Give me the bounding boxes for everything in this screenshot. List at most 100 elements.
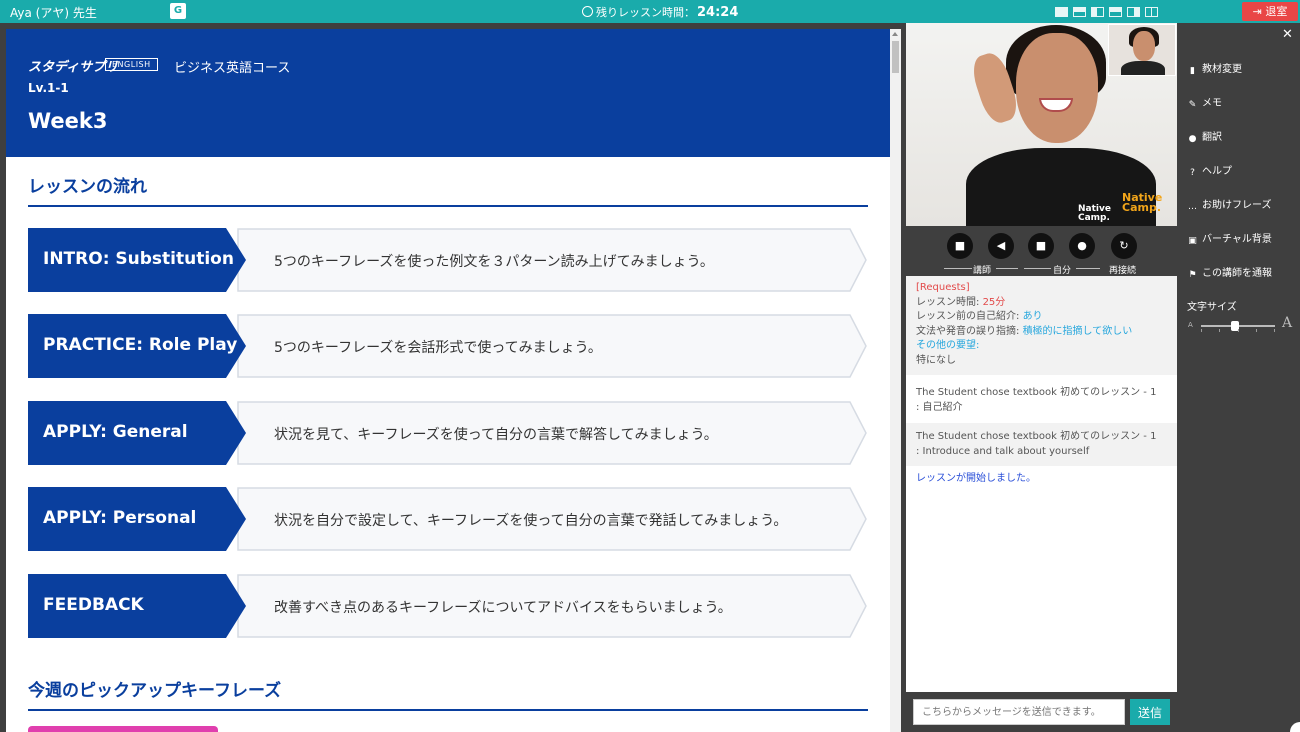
timer-label: 残りレッスン時間：	[596, 6, 695, 19]
font-size-slider[interactable]	[1201, 321, 1275, 331]
translate-icon[interactable]: G	[170, 3, 186, 19]
textbook-panel: スタディサプリ ENGLISH ビジネス英語コース Lv.1-1 Week3 レ…	[6, 29, 901, 732]
edit-icon: ✎	[1188, 100, 1197, 110]
scrollbar-thumb[interactable]	[892, 41, 899, 73]
self-controls-label: 自分	[1053, 266, 1072, 276]
other-requests-value: 特になし	[916, 354, 956, 366]
top-bar: Aya (アヤ) 先生 G 残りレッスン時間： 24:24 ⇥ 退室	[0, 0, 1300, 23]
sidebar-item-help[interactable]: ? ヘルプ	[1187, 162, 1232, 179]
teacher-face	[1016, 33, 1098, 143]
native-camp-logo: Native Camp.	[1122, 191, 1163, 214]
teacher-camera-icon[interactable]: ■	[947, 233, 973, 259]
self-face	[1133, 31, 1155, 61]
teacher-volume-icon[interactable]: ◀	[988, 233, 1014, 259]
layout-full-icon[interactable]	[1055, 7, 1068, 17]
self-body	[1121, 61, 1165, 75]
font-small-icon: A	[1188, 321, 1193, 329]
globe-icon: ●	[1188, 134, 1197, 144]
sidebar-item-virtual-background[interactable]: ▣ バーチャル背景	[1187, 230, 1272, 247]
font-size-label: 文字サイズ	[1187, 302, 1237, 313]
layout-left-icon[interactable]	[1091, 7, 1104, 17]
scroll-up-icon[interactable]	[892, 32, 898, 36]
reconnect-label: 再接続	[1109, 266, 1137, 276]
question-icon: ?	[1190, 168, 1195, 178]
reconnect-icon[interactable]: ↻	[1111, 233, 1137, 259]
step-label: APPLY: Personal	[43, 508, 197, 528]
close-icon[interactable]: ✕	[1282, 27, 1293, 42]
lesson-step: APPLY: General 状況を見て、キーフレーズを使って自分の言葉で解答して…	[28, 401, 868, 465]
chat-message: The Student chose textbook 初めてのレッスン - 1:…	[916, 387, 1157, 413]
sidebar-item-memo[interactable]: ✎ メモ	[1187, 94, 1222, 111]
chat-panel: [Requests] レッスン時間: 25分 レッスン前の自己紹介: あり 文法…	[906, 276, 1177, 692]
image-icon: ▣	[1188, 236, 1197, 246]
lesson-step: PRACTICE: Role Play 5つのキーフレーズを会話形式で使ってみまし…	[28, 314, 868, 378]
pickup-phrases-title: 今週のピックアップキーフレーズ	[28, 681, 282, 701]
intro-row: レッスン前の自己紹介: あり	[916, 311, 1043, 322]
step-label: PRACTICE: Role Play	[43, 335, 238, 355]
teacher-controls-label: 講師	[973, 266, 992, 276]
step-label: FEEDBACK	[43, 595, 144, 615]
lesson-step: INTRO: Substitution 5つのキーフレーズを使った例文を３パターン…	[28, 228, 868, 292]
divider-line	[996, 268, 1018, 269]
step-description: 状況を見て、キーフレーズを使って自分の言葉で解答してみましょう。	[274, 427, 718, 443]
layout-columns-icon[interactable]	[1145, 7, 1158, 17]
lesson-timer: 残りレッスン時間： 24:24	[582, 4, 738, 20]
teacher-name: Aya (アヤ) 先生	[10, 6, 97, 20]
chat-message-input[interactable]	[913, 699, 1125, 725]
lesson-step: APPLY: Personal 状況を自分で設定して、キーフレーズを使って自分の言…	[28, 487, 868, 551]
course-name: ビジネス英語コース	[174, 61, 291, 76]
level-label: Lv.1-1	[28, 81, 69, 95]
system-message: レッスンが開始しました。	[916, 473, 1036, 484]
video-controls: ■ ◀ ■ ● ↻ 講師 自分 再接続	[906, 226, 1177, 276]
lesson-frame: スタディサプリ ENGLISH ビジネス英語コース Lv.1-1 Week3 レ…	[0, 23, 1300, 732]
self-camera-icon[interactable]: ■	[1028, 233, 1054, 259]
font-size-ticks	[1201, 329, 1275, 333]
chat-bubble-icon: …	[1188, 202, 1197, 212]
lesson-time-row: レッスン時間: 25分	[916, 296, 1006, 308]
shirt-logo: Native Camp.	[1078, 204, 1111, 223]
chat-input-bar: 送信	[906, 692, 1177, 732]
right-sidebar: ✕ ▮ 教材変更 ✎ メモ ● 翻訳 ? ヘルプ … お助けフレーズ ▣ バーチャル背景 ⚑…	[1177, 23, 1300, 732]
sidebar-item-translate[interactable]: ● 翻訳	[1187, 128, 1222, 145]
timer-value: 24:24	[697, 5, 739, 20]
exit-label: 退室	[1265, 5, 1288, 18]
step-label: APPLY: General	[43, 422, 188, 442]
sidebar-item-report-teacher[interactable]: ⚑ この講師を通報	[1187, 264, 1272, 281]
step-description: 状況を自分で設定して、キーフレーズを使って自分の言葉で発話してみましょう。	[274, 513, 788, 529]
correction-row: 文法や発音の誤り指摘: 積極的に指摘して欲しい	[916, 325, 1133, 337]
english-badge: ENGLISH	[105, 58, 158, 71]
week-title: Week3	[28, 109, 108, 133]
section-divider	[28, 709, 868, 711]
step-description: 改善すべき点のあるキーフレーズについてアドバイスをもらいましょう。	[274, 600, 732, 616]
student-requests: [Requests] レッスン時間: 25分 レッスン前の自己紹介: あり 文法…	[906, 276, 1177, 375]
exit-button[interactable]: ⇥ 退室	[1242, 2, 1298, 21]
lesson-flow-title: レッスンの流れ	[28, 177, 147, 197]
flag-icon: ⚑	[1188, 270, 1197, 280]
requests-header: [Requests]	[916, 282, 970, 293]
layout-split-icon[interactable]	[1109, 7, 1122, 17]
chat-message: The Student chose textbook 初めてのレッスン - 1:…	[906, 423, 1177, 466]
sidebar-item-helper-phrases[interactable]: … お助けフレーズ	[1187, 196, 1272, 213]
step-label: INTRO: Substitution	[43, 249, 234, 269]
layout-right-icon[interactable]	[1127, 7, 1140, 17]
divider-line	[1076, 268, 1100, 269]
self-mic-icon[interactable]: ●	[1069, 233, 1095, 259]
layout-top-icon[interactable]	[1073, 7, 1086, 17]
clock-icon	[582, 6, 593, 17]
step-description: 5つのキーフレーズを会話形式で使ってみましょう。	[274, 340, 602, 356]
font-large-icon: A	[1282, 315, 1293, 331]
lesson-step: FEEDBACK 改善すべき点のあるキーフレーズについてアドバイスをもらいましょう…	[28, 574, 868, 638]
textbook-scrollbar[interactable]	[890, 29, 901, 732]
self-video[interactable]	[1108, 24, 1176, 76]
send-button[interactable]: 送信	[1130, 699, 1170, 725]
layout-switcher	[1055, 6, 1163, 20]
book-icon: ▮	[1190, 66, 1195, 76]
sidebar-item-change-textbook[interactable]: ▮ 教材変更	[1187, 60, 1242, 77]
other-requests-label: その他の要望:	[916, 340, 980, 351]
section-divider	[28, 205, 868, 207]
textbook-header: スタディサプリ ENGLISH ビジネス英語コース Lv.1-1 Week3	[6, 29, 890, 157]
phrase-tab[interactable]	[28, 726, 218, 732]
teacher-body	[966, 148, 1156, 226]
step-description: 5つのキーフレーズを使った例文を３パターン読み上げてみましょう。	[274, 254, 714, 270]
divider-line	[1024, 268, 1051, 269]
